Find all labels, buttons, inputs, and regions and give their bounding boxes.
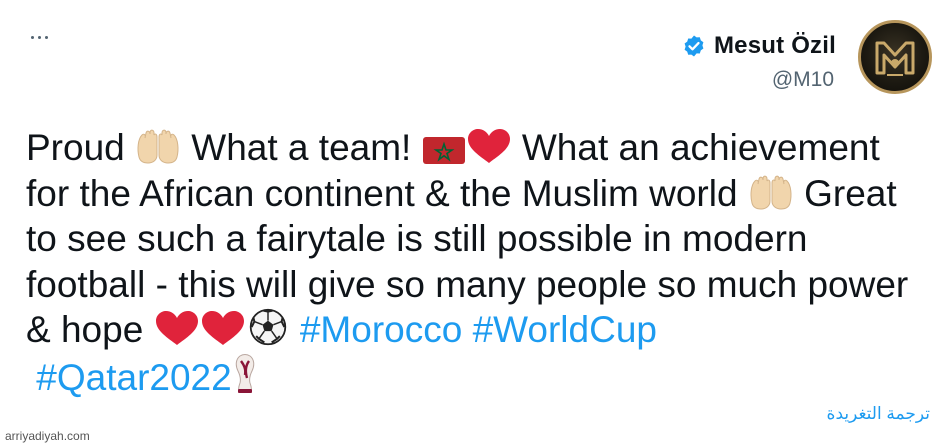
verified-badge-icon <box>684 35 704 57</box>
tweet-text-segment: & hope <box>26 309 154 350</box>
tweet-text: Proud What a team! What an achievement f… <box>26 125 936 400</box>
hashtag-link[interactable]: #WorldCup <box>473 309 657 350</box>
author-name-row[interactable]: Mesut Özil <box>682 32 836 60</box>
tweet-text-segment: football - this will give so many people… <box>26 263 909 305</box>
tweet-text-segment: Proud <box>26 127 136 168</box>
tweet-text-segment: for the African continent & the Muslim w… <box>26 172 748 214</box>
translate-tweet-link[interactable]: ترجمة التغريدة <box>827 404 930 424</box>
more-horizontal-icon <box>30 35 34 39</box>
tweet-text-segment: What a team! <box>181 127 422 168</box>
more-dot <box>44 35 48 39</box>
tweet-text-segment: to see such a fairytale is still possibl… <box>26 218 808 259</box>
red-heart-icon <box>155 311 198 345</box>
author-handle[interactable]: @M10 <box>772 68 834 92</box>
tweet-text-segment: Great <box>793 172 897 214</box>
red-heart-icon <box>467 129 510 163</box>
watermark: arriyadiyah.com <box>5 429 90 443</box>
m10-logo-avatar <box>875 41 915 76</box>
tweet-text-segment: What an achievement <box>511 127 880 168</box>
author-avatar[interactable] <box>858 20 932 94</box>
hashtag-link[interactable]: #Morocco <box>300 309 462 350</box>
raising-hands-icon <box>137 129 179 164</box>
morocco-flag-icon <box>422 137 465 164</box>
world-cup-trophy-icon <box>235 353 254 393</box>
more-options-button[interactable] <box>22 22 56 52</box>
author-identity: Mesut Özil @M10 <box>682 20 836 92</box>
tweet-author-header: Mesut Özil @M10 <box>682 20 932 100</box>
red-heart-icon <box>201 311 244 345</box>
raising-hands-icon <box>750 175 792 210</box>
soccer-ball-icon <box>249 308 286 346</box>
hashtag-link[interactable]: #Qatar2022 <box>36 357 231 398</box>
author-display-name: Mesut Özil <box>713 32 836 59</box>
more-dot <box>37 35 41 39</box>
